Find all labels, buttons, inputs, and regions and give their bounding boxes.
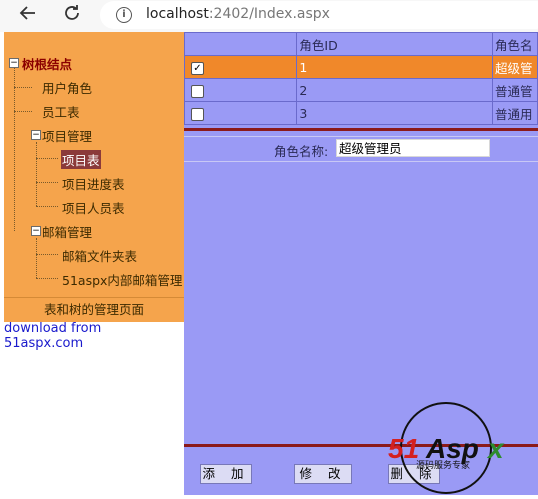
row-select-cell [183,101,298,125]
role-name-label: 角色名称: [274,144,329,159]
svg-text:源码服务专家: 源码服务专家 [416,459,470,471]
reload-icon[interactable] [60,4,84,28]
download-link[interactable]: download from 51aspx.com [4,321,184,351]
row-role-id: 3 [296,101,494,125]
row-role-id: 1 [296,55,494,79]
collapse-root-icon[interactable]: − [9,58,19,68]
left-panel: − 树根结点 用户角色 员工表 − 项目管理 项目表 项目进度表 项目人员表 −… [4,32,184,495]
row-select-cell [183,78,298,102]
row-select-cell: ✓ [183,55,298,79]
grid-header-row: 角色ID 角色名 [183,32,538,56]
collapse-project-icon[interactable]: − [31,130,41,140]
tree-connector [36,238,37,278]
tree-connector [14,66,15,231]
tree-connector [36,182,58,183]
tree-item-project-members[interactable]: 项目人员表 [62,198,125,217]
tree-connector [14,111,32,112]
tree-item-project-mgmt[interactable]: 项目管理 [42,126,92,145]
divider-top [184,128,538,131]
svg-text:51: 51 [388,433,419,464]
address-host: localhost [146,6,209,22]
grid-header-role-name: 角色名 [492,32,538,56]
role-form-row: 角色名称: 超级管理员 [184,136,538,162]
tree-connector [14,87,32,88]
table-row[interactable]: 3 普通用 [183,101,538,125]
browser-toolbar: i localhost:2402/Index.aspx [0,0,538,32]
tree-connector [36,158,58,159]
address-path: :2402/Index.aspx [208,6,330,22]
address-bar[interactable]: i localhost:2402/Index.aspx [100,1,538,29]
tree-connector [36,206,58,207]
edit-button[interactable]: 修 改 [294,464,352,484]
tree-item-internal-mail[interactable]: 51aspx内部邮箱管理 [62,270,182,289]
tree-root[interactable]: 树根结点 [22,54,72,73]
add-button[interactable]: 添 加 [200,464,252,484]
address-url: localhost:2402/Index.aspx [146,6,330,22]
row-checkbox[interactable]: ✓ [191,61,204,75]
back-arrow-icon[interactable] [16,4,40,28]
role-grid: 角色ID 角色名 ✓ 1 超级管 2 普通管 3 普通用 [183,32,538,125]
svg-text:x: x [486,433,505,464]
brand-logo: 51 Asp x 源码服务专家 [388,400,513,495]
row-role-name: 超级管 [492,55,538,79]
row-role-id: 2 [296,78,494,102]
row-checkbox[interactable] [191,107,204,121]
role-name-input[interactable]: 超级管理员 [336,139,490,157]
tree-item-mail-folder[interactable]: 邮箱文件夹表 [62,246,137,265]
tree-item-project-table[interactable]: 项目表 [61,150,101,169]
tree-item-user-role[interactable]: 用户角色 [42,78,92,97]
tree-connector [36,142,37,206]
tree-connector [36,254,58,255]
table-row[interactable]: ✓ 1 超级管 [183,55,538,79]
tree-connector [36,278,58,279]
grid-header-role-id: 角色ID [296,32,494,56]
tree-item-project-progress[interactable]: 项目进度表 [62,174,125,193]
grid-header-select [183,32,298,56]
site-info-icon[interactable]: i [116,7,132,23]
tree-item-employee[interactable]: 员工表 [42,102,80,121]
svg-text:Asp: Asp [425,433,479,464]
row-role-name: 普通用 [492,101,538,125]
row-role-name: 普通管 [492,78,538,102]
row-checkbox[interactable] [191,84,204,98]
tree-item-mailbox-mgmt[interactable]: 邮箱管理 [42,222,92,241]
collapse-mailbox-icon[interactable]: − [31,226,41,236]
tree-footer: 表和树的管理页面 [4,297,184,322]
table-row[interactable]: 2 普通管 [183,78,538,102]
tree-view: − 树根结点 用户角色 员工表 − 项目管理 项目表 项目进度表 项目人员表 −… [4,32,184,297]
